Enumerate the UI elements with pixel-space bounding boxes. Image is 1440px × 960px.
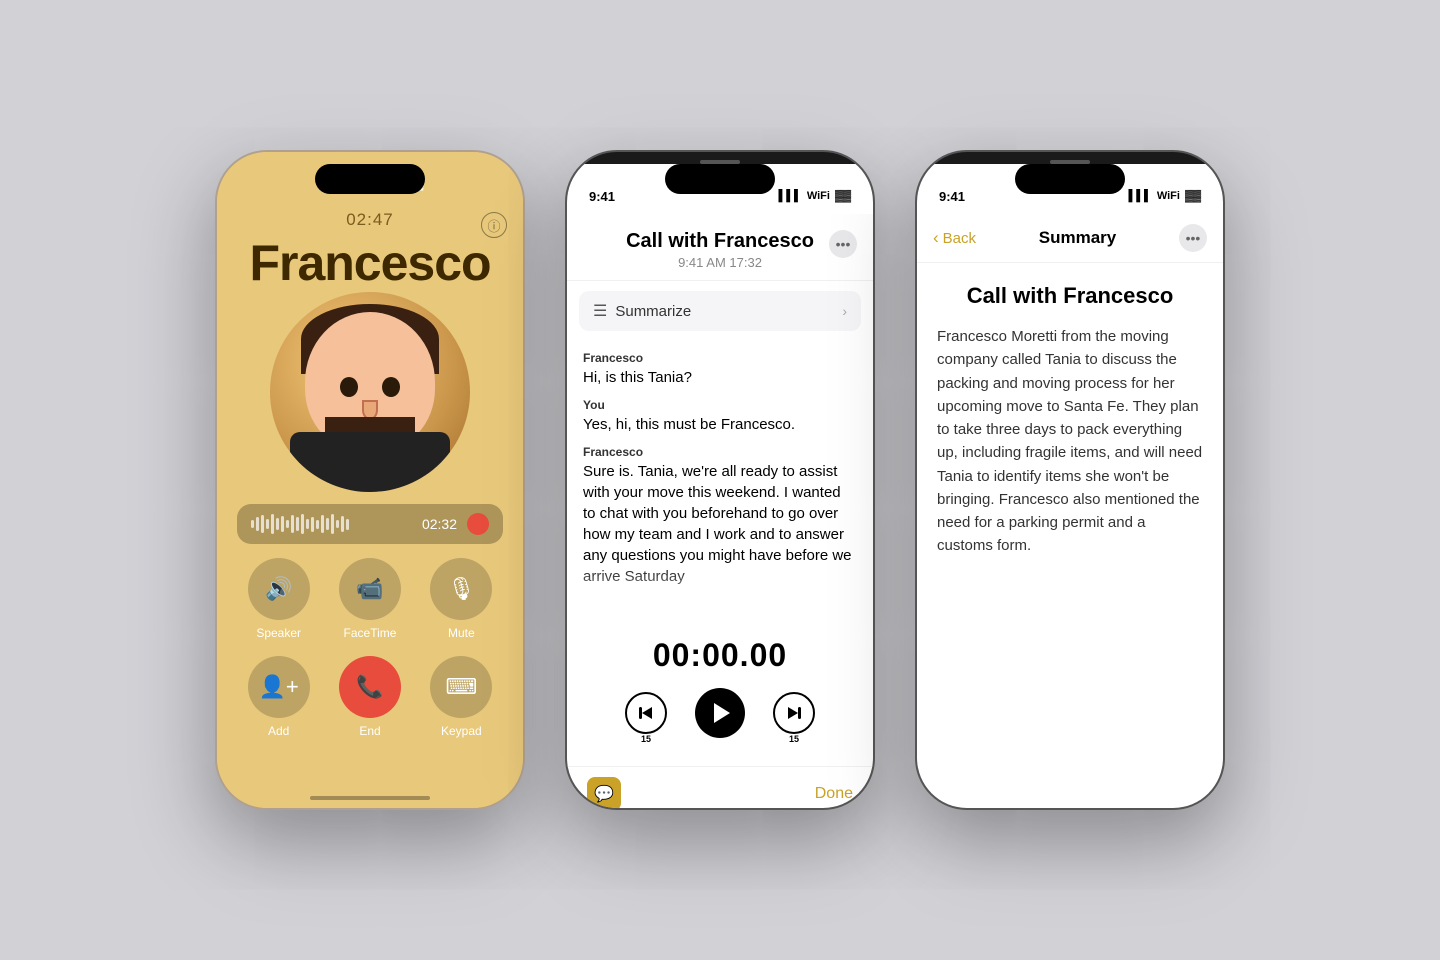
- transcript-subtitle: 9:41 AM 17:32: [587, 255, 853, 270]
- text-0: Hi, is this Tania?: [583, 367, 857, 388]
- summarize-chevron: ›: [842, 303, 847, 319]
- transcript-entry-0: Francesco Hi, is this Tania?: [583, 351, 857, 388]
- summarize-icon: ☰: [593, 301, 607, 321]
- playback-controls: 15 15: [567, 688, 873, 738]
- dynamic-island: [315, 164, 425, 194]
- speaker-2: Francesco: [583, 445, 857, 459]
- mute-button[interactable]: 🎙 Mute: [424, 558, 499, 640]
- dynamic-island-3: [1015, 164, 1125, 194]
- signal-icon-3: ▌▌▌: [1128, 190, 1151, 202]
- keypad-label: Keypad: [441, 724, 482, 738]
- summary-screen: ‹ Back Summary ••• Call with Francesco F…: [917, 214, 1223, 810]
- summary-more-button[interactable]: •••: [1179, 224, 1207, 252]
- end-label: End: [359, 724, 380, 738]
- summary-nav: ‹ Back Summary •••: [917, 214, 1223, 263]
- skip-forward-button[interactable]: 15: [773, 692, 815, 734]
- memoji-shirt: [290, 432, 450, 492]
- speaker-button[interactable]: 🔊 Speaker: [241, 558, 316, 640]
- summarize-label: Summarize: [615, 303, 842, 320]
- play-icon: [714, 703, 730, 723]
- recording-bar: 02:32: [237, 504, 503, 544]
- home-indicator-2: [660, 808, 780, 810]
- end-circle: 📞: [339, 656, 401, 718]
- wifi-icon-2: WiFi: [807, 190, 830, 202]
- transcript-app-icon[interactable]: 💬: [587, 777, 621, 810]
- skip-back-button[interactable]: 15: [625, 692, 667, 734]
- dynamic-island-2: [665, 164, 775, 194]
- memoji-head: [305, 312, 435, 452]
- mute-circle: 🎙: [430, 558, 492, 620]
- back-label: Back: [943, 230, 976, 247]
- home-indicator-1: [310, 796, 430, 800]
- back-chevron-icon: ‹: [933, 228, 939, 248]
- speaker-label: Speaker: [256, 626, 301, 640]
- facetime-button[interactable]: 📹 FaceTime: [332, 558, 407, 640]
- avatar: [270, 292, 470, 492]
- memoji-eye-left: [340, 377, 358, 397]
- transcript-entry-2: Francesco Sure is. Tania, we're all read…: [583, 445, 857, 587]
- status-icons-3: ▌▌▌ WiFi ▓▓: [1128, 190, 1201, 202]
- facetime-circle: 📹: [339, 558, 401, 620]
- done-button[interactable]: Done: [815, 785, 853, 803]
- add-label: Add: [268, 724, 289, 738]
- memoji-eye-right: [382, 377, 400, 397]
- summary-text: Francesco Moretti from the moving compan…: [937, 325, 1203, 558]
- transcript-footer: 💬 Done: [567, 766, 873, 810]
- call-timer: 02:47: [346, 210, 394, 230]
- play-button[interactable]: [695, 688, 745, 738]
- transcript-entry-1: You Yes, hi, this must be Francesco.: [583, 398, 857, 435]
- keypad-button[interactable]: ⌨ Keypad: [424, 656, 499, 738]
- transcript-body: Francesco Hi, is this Tania? You Yes, hi…: [567, 341, 873, 621]
- battery-icon-3: ▓▓: [1185, 190, 1201, 202]
- summary-body: Call with Francesco Francesco Moretti fr…: [917, 263, 1223, 578]
- playback-time: 00:00.00: [567, 637, 873, 674]
- status-time-2: 9:41: [589, 189, 615, 204]
- home-indicator-3: [1010, 808, 1130, 810]
- keypad-circle: ⌨: [430, 656, 492, 718]
- add-button[interactable]: 👤+ Add: [241, 656, 316, 738]
- battery-icon-2: ▓▓: [835, 190, 851, 202]
- phone-transcript: 9:41 ▌▌▌ WiFi ▓▓ Call with Francesco 9:4…: [565, 150, 875, 810]
- summarize-row[interactable]: ☰ Summarize ›: [579, 291, 861, 331]
- mute-label: Mute: [448, 626, 475, 640]
- rec-timer: 02:32: [422, 516, 457, 532]
- phone-active-call: 9:41 ▌▌▌ WiFi ▓▓▓ ⓘ 02:47 Francesco: [215, 150, 525, 810]
- signal-icon-2: ▌▌▌: [778, 190, 801, 202]
- transcript-header: Call with Francesco 9:41 AM 17:32 •••: [567, 214, 873, 281]
- status-icons-2: ▌▌▌ WiFi ▓▓: [778, 190, 851, 202]
- speaker-0: Francesco: [583, 351, 857, 365]
- more-button[interactable]: •••: [829, 230, 857, 258]
- text-1: Yes, hi, this must be Francesco.: [583, 414, 857, 435]
- speaker-circle: 🔊: [248, 558, 310, 620]
- summary-title: Call with Francesco: [937, 283, 1203, 309]
- add-circle: 👤+: [248, 656, 310, 718]
- info-button[interactable]: ⓘ: [481, 212, 507, 238]
- wifi-icon-3: WiFi: [1157, 190, 1180, 202]
- back-button[interactable]: ‹ Back: [933, 228, 976, 248]
- end-button[interactable]: 📞 End: [332, 656, 407, 738]
- nav-title: Summary: [1039, 228, 1116, 248]
- speaker-1: You: [583, 398, 857, 412]
- phone-summary: 9:41 ▌▌▌ WiFi ▓▓ ‹ Back Summary ••• Call…: [915, 150, 1225, 810]
- transcript-title: Call with Francesco: [587, 230, 853, 253]
- text-2: Sure is. Tania, we're all ready to assis…: [583, 461, 857, 587]
- status-time-3: 9:41: [939, 189, 965, 204]
- facetime-label: FaceTime: [344, 626, 397, 640]
- call-buttons-grid: 🔊 Speaker 📹 FaceTime 🎙 Mute 👤+ Add 📞 End…: [217, 544, 523, 752]
- waveform: [251, 512, 412, 536]
- rec-dot: [467, 513, 489, 535]
- playback-area: 00:00.00 15 15: [567, 621, 873, 748]
- caller-name: Francesco: [249, 234, 490, 292]
- transcript-screen: Call with Francesco 9:41 AM 17:32 ••• ☰ …: [567, 214, 873, 810]
